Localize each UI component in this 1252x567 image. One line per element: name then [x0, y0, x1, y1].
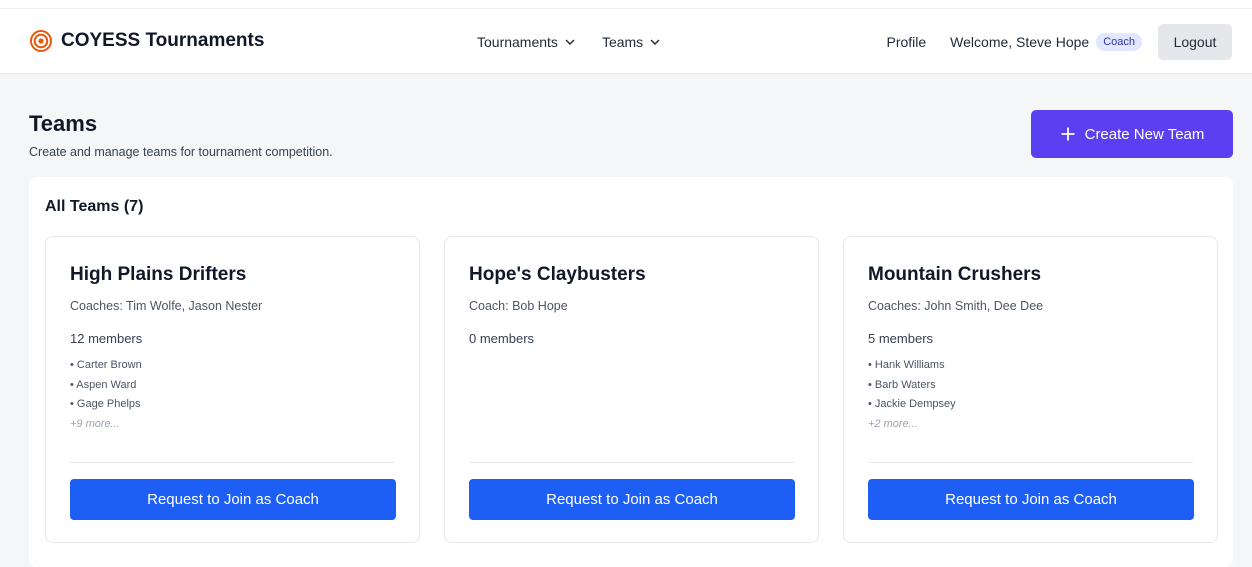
page-title: Teams	[29, 111, 98, 136]
teams-panel: All Teams (7) High Plains Drifters Coach…	[29, 177, 1233, 567]
page-subtitle: Create and manage teams for tournament c…	[29, 145, 333, 159]
card-divider	[70, 462, 395, 463]
team-card: Hope's Claybusters Coach: Bob Hope 0 mem…	[444, 236, 819, 543]
member-item: • Carter Brown	[70, 359, 142, 371]
brand-name: COYESS Tournaments	[61, 30, 265, 51]
member-item: • Barb Waters	[868, 378, 936, 391]
team-card: Mountain Crushers Coaches: John Smith, D…	[843, 236, 1218, 543]
brand[interactable]: COYESS Tournaments	[30, 30, 264, 52]
main-nav: Tournaments Teams	[477, 34, 687, 50]
logout-button[interactable]: Logout	[1158, 24, 1232, 60]
request-join-coach-button[interactable]: Request to Join as Coach	[469, 479, 795, 520]
member-item: • Jackie Dempsey	[868, 398, 956, 410]
member-item: • Gage Phelps	[70, 398, 141, 410]
team-name: Hope's Claybusters	[469, 264, 646, 285]
team-name: High Plains Drifters	[70, 264, 247, 285]
chevron-down-icon	[650, 39, 660, 45]
member-list: • Hank Williams • Barb Waters • Jackie D…	[868, 356, 956, 434]
top-navbar: COYESS Tournaments Tournaments Teams Pro…	[0, 9, 1252, 74]
member-item: • Aspen Ward	[70, 378, 137, 391]
create-new-team-label: Create New Team	[1084, 125, 1205, 143]
nav-teams-label: Teams	[601, 34, 644, 50]
member-list: • Carter Brown • Aspen Ward • Gage Phelp…	[70, 356, 142, 434]
team-coaches: Coach: Bob Hope	[469, 299, 568, 313]
nav-tournaments-dropdown[interactable]: Tournaments	[477, 34, 576, 50]
more-members-text: +9 more...	[70, 417, 120, 430]
team-card: High Plains Drifters Coaches: Tim Wolfe,…	[45, 236, 420, 543]
teams-panel-title: All Teams (7)	[45, 198, 144, 215]
welcome-text: Welcome, Steve Hope	[950, 34, 1090, 50]
nav-tournaments-label: Tournaments	[477, 34, 558, 50]
role-badge: Coach	[1096, 33, 1142, 51]
team-name: Mountain Crushers	[868, 264, 1042, 285]
create-new-team-button[interactable]: Create New Team	[1031, 110, 1233, 158]
team-members-count: 12 members	[70, 331, 143, 346]
more-members-text: +2 more...	[868, 417, 918, 430]
target-icon	[30, 30, 52, 52]
team-coaches: Coaches: John Smith, Dee Dee	[868, 299, 1044, 313]
chevron-down-icon	[565, 39, 575, 45]
nav-teams-dropdown[interactable]: Teams	[602, 34, 661, 50]
team-members-count: 0 members	[469, 331, 535, 346]
user-nav: Profile Welcome, Steve Hope Coach Logout	[886, 24, 1232, 60]
plus-icon	[1061, 127, 1075, 141]
profile-link[interactable]: Profile	[886, 34, 926, 50]
team-members-count: 5 members	[868, 331, 934, 346]
member-item: • Hank Williams	[868, 359, 945, 371]
team-coaches: Coaches: Tim Wolfe, Jason Nester	[70, 299, 263, 313]
card-divider	[868, 462, 1193, 463]
window-top-strip	[0, 0, 1252, 9]
card-divider	[469, 462, 794, 463]
request-join-coach-button[interactable]: Request to Join as Coach	[868, 479, 1194, 520]
request-join-coach-button[interactable]: Request to Join as Coach	[70, 479, 396, 520]
